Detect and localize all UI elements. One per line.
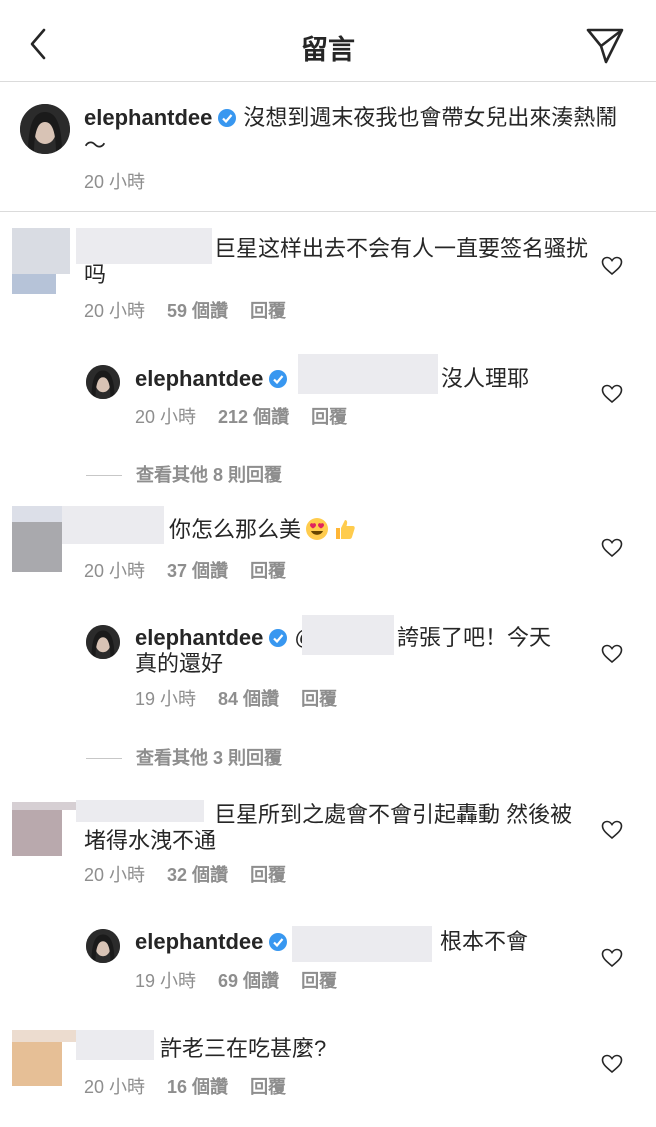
reply-text: elephantdee: [135, 366, 294, 392]
avatar[interactable]: [86, 625, 120, 659]
avatar-blur: [12, 1030, 76, 1042]
avatar-image: [86, 929, 120, 963]
reply-meta: 19 小時 84 個讚 回覆: [135, 685, 359, 711]
verified-badge-icon: [269, 370, 288, 388]
thumbs-up-emoji-icon: [336, 520, 355, 539]
reply-username[interactable]: elephantdee: [135, 366, 263, 391]
view-more-replies[interactable]: 查看其他 3 則回覆: [86, 744, 282, 770]
comment-text: 許老三在吃甚麼?: [160, 1036, 327, 1061]
likes-count[interactable]: 37 個讚: [167, 561, 228, 581]
avatar-blur: [12, 1042, 62, 1086]
reply-username[interactable]: elephantdee: [135, 929, 263, 954]
caption-username[interactable]: elephantdee: [84, 105, 212, 130]
comment-time: 20 小時: [84, 301, 146, 321]
verified-badge-icon: [218, 109, 237, 127]
comment-meta: 20 小時 37 個讚 回覆: [84, 557, 308, 583]
likes-count[interactable]: 212 個讚: [218, 407, 289, 427]
likes-count[interactable]: 32 個讚: [167, 865, 228, 885]
caption-time: 20 小時: [84, 172, 146, 192]
mention-blur: [292, 926, 432, 962]
top-bar: 留言: [0, 0, 656, 82]
comment-meta: 20 小時 32 個讚 回覆: [84, 861, 308, 887]
avatar-image: [86, 625, 120, 659]
avatar-blur: [12, 810, 62, 856]
likes-count[interactable]: 59 個讚: [167, 301, 228, 321]
comment-body: 你怎么那么美: [169, 517, 302, 542]
heart-outline-icon[interactable]: [601, 538, 623, 558]
reply-button[interactable]: 回覆: [301, 971, 337, 991]
divider-line: [86, 758, 122, 759]
verified-badge-icon: [269, 933, 288, 951]
caption-meta: 20 小時: [84, 168, 167, 194]
reply-button[interactable]: 回覆: [250, 301, 286, 321]
heart-outline-icon[interactable]: [601, 948, 623, 968]
view-more-replies[interactable]: 查看其他 8 則回覆: [86, 461, 282, 487]
heart-outline-icon[interactable]: [601, 384, 623, 404]
reply-time: 20 小時: [135, 407, 197, 427]
comment-time: 20 小時: [84, 1077, 146, 1097]
comment-time: 20 小時: [84, 561, 146, 581]
avatar-blur: [12, 274, 56, 294]
username-blur: [76, 1030, 154, 1060]
send-button[interactable]: [582, 24, 628, 66]
avatar[interactable]: [20, 104, 70, 154]
avatar[interactable]: [86, 929, 120, 963]
comment-text: 你怎么那么美: [169, 517, 357, 543]
heart-outline-icon[interactable]: [601, 1054, 623, 1074]
comment-time: 20 小時: [84, 865, 146, 885]
reply-time: 19 小時: [135, 689, 197, 709]
comment-text: 巨星这样出去不会有人一直要签名骚扰吗: [84, 236, 589, 287]
reply-body: 沒人理耶: [441, 366, 530, 391]
comment-meta: 20 小時 16 個讚 回覆: [84, 1073, 308, 1099]
avatar[interactable]: [12, 802, 76, 868]
avatar-blur: [12, 228, 70, 274]
reply-button[interactable]: 回覆: [301, 689, 337, 709]
reply-body: 根本不會: [440, 929, 529, 954]
paper-plane-icon: [586, 28, 624, 64]
likes-count[interactable]: 84 個讚: [218, 689, 279, 709]
reply-button[interactable]: 回覆: [311, 407, 347, 427]
avatar-blur: [12, 522, 62, 572]
comment-meta: 20 小時 59 個讚 回覆: [84, 297, 308, 323]
reply-button[interactable]: 回覆: [250, 561, 286, 581]
reply-time: 19 小時: [135, 971, 197, 991]
heart-outline-icon[interactable]: [601, 256, 623, 276]
avatar-blur: [12, 802, 76, 810]
reply-button[interactable]: 回覆: [250, 1077, 286, 1097]
avatar[interactable]: [12, 228, 72, 294]
avatar-blur: [12, 506, 62, 522]
reply-meta: 19 小時 69 個讚 回覆: [135, 967, 359, 993]
view-more-label: 查看其他 3 則回覆: [136, 748, 283, 768]
avatar-image: [86, 365, 120, 399]
reply-button[interactable]: 回覆: [250, 865, 286, 885]
mention-blur: [298, 354, 438, 394]
post-caption: elephantdee 沒想到週末夜我也會帶女兒出來湊熱鬧～ 20 小時: [0, 82, 656, 212]
page-title: 留言: [301, 35, 355, 65]
likes-count[interactable]: 69 個讚: [218, 971, 279, 991]
heart-outline-icon[interactable]: [601, 820, 623, 840]
divider-line: [86, 475, 122, 476]
heart-eyes-emoji-icon: [306, 518, 329, 540]
view-more-label: 查看其他 8 則回覆: [136, 465, 283, 485]
reply-body: 誇張了吧！今天真的還好: [135, 625, 552, 676]
avatar-image: [20, 104, 70, 154]
caption-text: elephantdee 沒想到週末夜我也會帶女兒出來湊熱鬧～: [84, 104, 634, 160]
reply-meta: 20 小時 212 個讚 回覆: [135, 403, 369, 429]
reply-text: elephantdee: [135, 929, 294, 955]
heart-outline-icon[interactable]: [601, 644, 623, 664]
comment-text: 巨星所到之處會不會引起轟動 然後被堵得水洩不通: [84, 802, 573, 853]
username-blur: [62, 506, 164, 544]
avatar[interactable]: [12, 1030, 76, 1096]
avatar[interactable]: [86, 365, 120, 399]
likes-count[interactable]: 16 個讚: [167, 1077, 228, 1097]
